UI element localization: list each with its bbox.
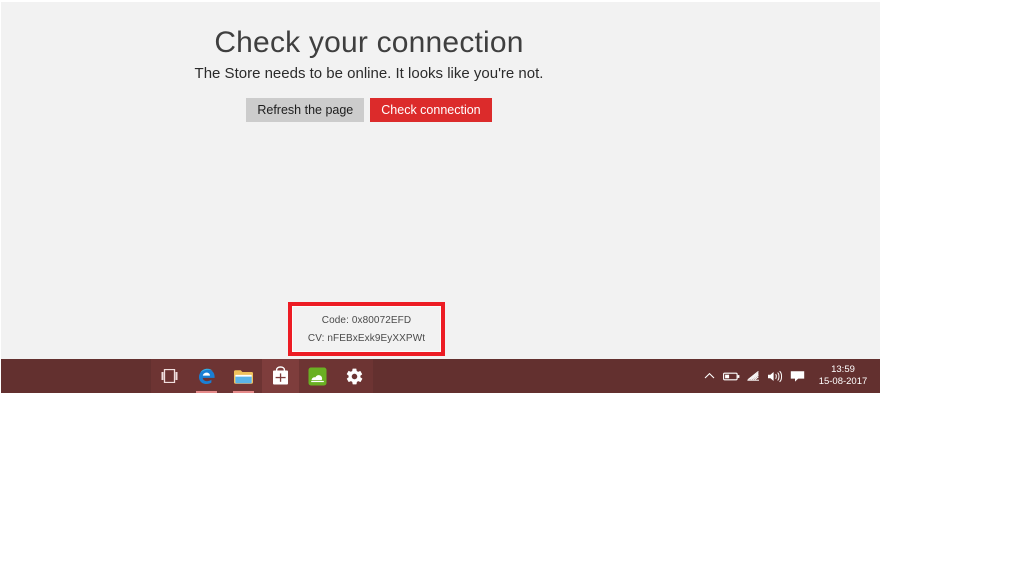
error-subtext: The Store needs to be online. It looks l…: [194, 65, 544, 82]
taskbar-item-green-app[interactable]: [299, 359, 336, 393]
screenshot-canvas: Check your connection The Store needs to…: [0, 0, 1024, 575]
store-error-page: Check your connection The Store needs to…: [1, 2, 880, 359]
taskbar-item-store[interactable]: [262, 359, 299, 393]
action-center-button[interactable]: [786, 359, 808, 393]
file-explorer-open-indicator: [233, 391, 254, 393]
edge-open-indicator: [196, 391, 217, 393]
battery-icon: [722, 371, 740, 382]
taskbar-item-task-view[interactable]: [151, 359, 188, 393]
taskbar-item-edge[interactable]: [188, 359, 225, 393]
taskbar-empty-area[interactable]: [373, 359, 698, 393]
clock-time: 13:59: [831, 364, 855, 375]
gear-icon: [345, 367, 364, 386]
speaker-icon: [767, 370, 783, 383]
system-tray: 13:59 15-08-2017: [698, 359, 880, 393]
edge-icon: [197, 366, 217, 386]
check-connection-button[interactable]: Check connection: [370, 98, 492, 122]
clock-date: 15-08-2017: [818, 376, 868, 387]
task-view-icon: [160, 369, 179, 383]
taskbar: 13:59 15-08-2017: [1, 359, 880, 393]
chevron-up-icon: [704, 372, 715, 380]
error-code-annotation-box: Code: 0x80072EFD CV: nFEBxExk9EyXXPWt: [288, 302, 445, 356]
page-title: Check your connection: [214, 26, 524, 59]
captured-window: Check your connection The Store needs to…: [0, 0, 880, 393]
taskbar-start-area[interactable]: [1, 359, 151, 393]
taskbar-item-settings[interactable]: [336, 359, 373, 393]
refresh-the-page-button[interactable]: Refresh the page: [246, 98, 365, 122]
correlation-vector-value: CV: nFEBxExk9EyXXPWt: [307, 332, 426, 344]
wifi-icon: [746, 370, 761, 382]
folder-icon: [233, 368, 254, 385]
error-code-details: Code: 0x80072EFD CV: nFEBxExk9EyXXPWt: [292, 306, 441, 352]
network-status-button[interactable]: [742, 359, 764, 393]
taskbar-clock[interactable]: 13:59 15-08-2017: [812, 359, 874, 393]
store-icon: [272, 366, 289, 386]
taskbar-pinned-apps: [151, 359, 373, 393]
battery-status-button[interactable]: [720, 359, 742, 393]
cloud-app-icon: [308, 367, 327, 386]
error-code-value: Code: 0x80072EFD: [321, 314, 412, 326]
taskbar-item-file-explorer[interactable]: [225, 359, 262, 393]
action-center-icon: [790, 370, 805, 383]
error-actions: Refresh the page Check connection: [1, 98, 737, 122]
show-hidden-icons-button[interactable]: [698, 359, 720, 393]
volume-button[interactable]: [764, 359, 786, 393]
